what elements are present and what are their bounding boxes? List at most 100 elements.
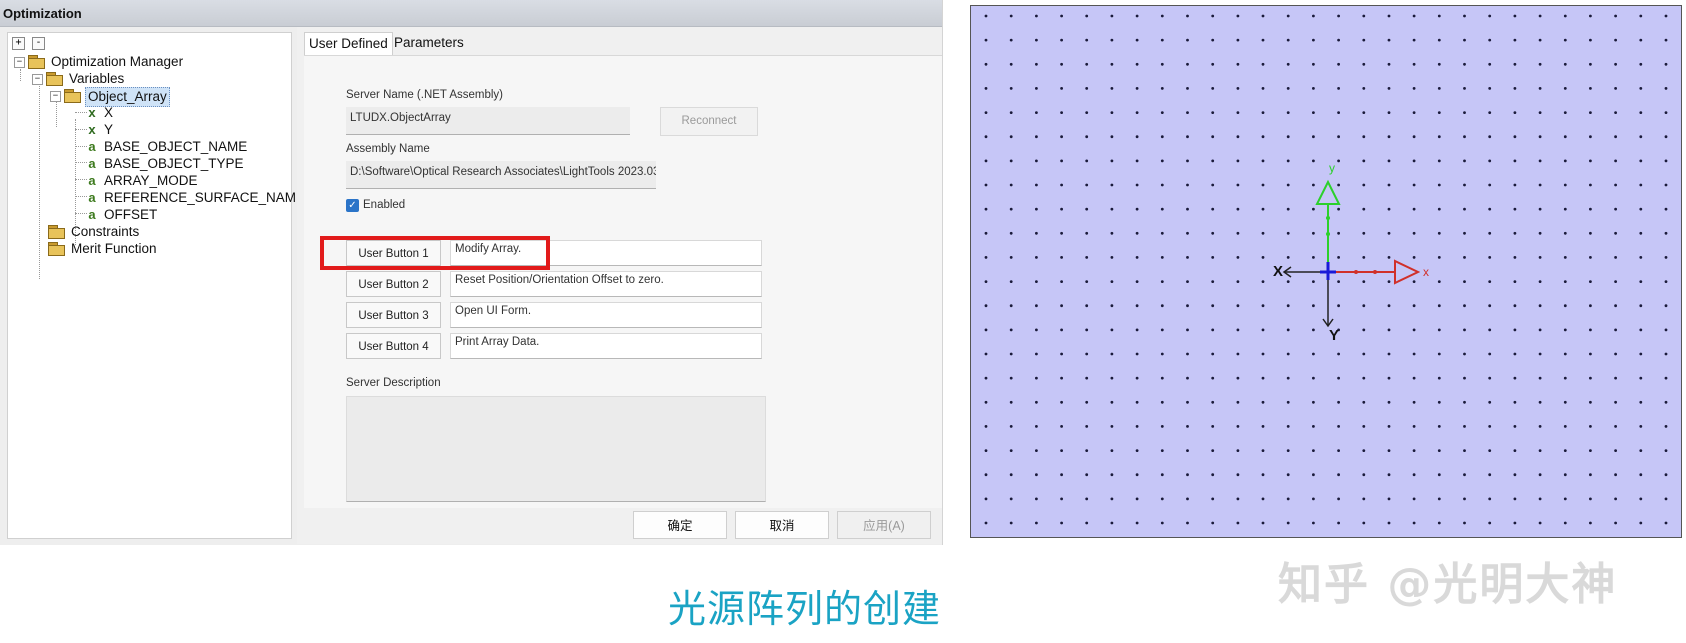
collapse-all-button[interactable]: -: [32, 37, 45, 50]
array-point: [1362, 62, 1366, 66]
array-point: [1639, 328, 1643, 332]
array-point: [1589, 280, 1592, 283]
array-point: [1513, 400, 1517, 404]
array-point: [1085, 497, 1089, 501]
array-point: [1009, 256, 1013, 259]
tree-item-merit-function[interactable]: Merit Function: [48, 240, 159, 258]
array-point: [1563, 38, 1567, 42]
tree-item-optimization-manager[interactable]: − Optimization Manager: [14, 53, 185, 71]
cancel-button[interactable]: 取消: [735, 511, 829, 539]
array-point: [1488, 449, 1492, 452]
array-point: [1589, 62, 1592, 66]
tree-item-constraints[interactable]: Constraints: [48, 223, 141, 241]
enabled-checkbox[interactable]: ✓: [346, 199, 359, 212]
array-point: [1337, 473, 1340, 477]
array-point: [1236, 62, 1240, 66]
array-point: [1463, 159, 1466, 163]
collapse-toggle-icon[interactable]: −: [14, 57, 25, 68]
array-point: [1236, 473, 1240, 477]
array-point: [1261, 14, 1265, 18]
tree-item-variable[interactable]: a ARRAY_MODE: [86, 172, 200, 190]
tab-parameters[interactable]: Parameters: [390, 32, 468, 54]
collapse-toggle-icon[interactable]: −: [50, 91, 61, 102]
array-point: [1085, 87, 1089, 90]
array-point: [1312, 497, 1315, 501]
array-point: [1614, 87, 1617, 90]
reconnect-button[interactable]: Reconnect: [660, 107, 758, 136]
user-button-3-description[interactable]: Open UI Form.: [450, 302, 762, 328]
array-point: [1337, 231, 1340, 235]
array-point: [1538, 352, 1542, 356]
array-point: [1437, 111, 1441, 114]
array-point: [1035, 497, 1038, 501]
array-point: [1110, 521, 1114, 525]
array-point: [1513, 207, 1517, 211]
user-button-2-description[interactable]: Reset Position/Orientation Offset to zer…: [450, 271, 762, 297]
array-point: [1035, 425, 1038, 428]
array-point: [1387, 14, 1391, 18]
array-point: [1337, 62, 1340, 66]
array-point: [1035, 256, 1038, 259]
array-point: [1211, 328, 1215, 332]
array-point: [1186, 183, 1189, 187]
array-point: [1312, 256, 1315, 259]
array-point: [1362, 14, 1366, 18]
user-button-2[interactable]: User Button 2: [346, 271, 441, 297]
array-point: [1488, 62, 1492, 66]
array-point: [1211, 521, 1215, 525]
array-point: [1060, 231, 1063, 235]
tab-user-defined[interactable]: User Defined: [304, 32, 393, 55]
array-point: [1513, 256, 1517, 259]
array-point: [1538, 256, 1542, 259]
server-name-field[interactable]: LTUDX.ObjectArray: [346, 107, 630, 135]
array-point: [1387, 497, 1391, 501]
array-point: [1589, 256, 1592, 259]
array-point: [1085, 38, 1089, 42]
tree-item-object-array[interactable]: − Object_Array: [50, 87, 170, 107]
tree-item-label: ARRAY_MODE: [104, 173, 198, 188]
array-point: [1110, 497, 1114, 501]
expand-all-button[interactable]: +: [12, 37, 25, 50]
tree-item-variable[interactable]: a BASE_OBJECT_TYPE: [86, 155, 246, 173]
array-point: [1639, 87, 1643, 90]
array-point: [1236, 304, 1240, 308]
array-point: [1437, 328, 1441, 332]
array-point: [1664, 449, 1668, 452]
array-point: [1538, 207, 1542, 211]
array-point: [1412, 159, 1416, 163]
array-point: [984, 521, 988, 525]
array-point: [1286, 183, 1290, 187]
user-button-4[interactable]: User Button 4: [346, 333, 441, 359]
variable-a-icon: a: [88, 139, 96, 154]
array-point: [1437, 183, 1441, 187]
array-point: [1513, 38, 1517, 42]
tree-item-variable[interactable]: xY: [86, 121, 115, 139]
array-point: [1110, 111, 1114, 114]
array-point: [1362, 207, 1366, 211]
array-point: [1312, 473, 1315, 477]
ok-button[interactable]: 确定: [633, 511, 727, 539]
array-point: [1261, 159, 1265, 163]
array-point: [1286, 231, 1290, 235]
tree-item-variable[interactable]: a REFERENCE_SURFACE_NAME: [86, 189, 307, 207]
assembly-name-field[interactable]: D:\Software\Optical Research Associates\…: [346, 161, 656, 189]
array-point: [1060, 400, 1063, 404]
array-point: [1563, 159, 1567, 163]
apply-button[interactable]: 应用(A): [837, 511, 931, 539]
tree-item-variables[interactable]: − Variables: [32, 70, 126, 88]
array-point: [1236, 449, 1240, 452]
3d-viewport[interactable]: y x X Y: [970, 5, 1682, 538]
tree-item-variable[interactable]: xX: [86, 104, 115, 122]
tree-item-variable[interactable]: a OFFSET: [86, 206, 159, 224]
array-point: [1211, 231, 1215, 235]
tree-item-variable[interactable]: a BASE_OBJECT_NAME: [86, 138, 249, 156]
collapse-toggle-icon[interactable]: −: [32, 74, 43, 85]
highlight-box: [320, 236, 550, 270]
array-point: [1463, 473, 1466, 477]
array-point: [1412, 207, 1416, 211]
array-point: [1437, 352, 1441, 356]
user-button-4-description[interactable]: Print Array Data.: [450, 333, 762, 359]
user-button-3[interactable]: User Button 3: [346, 302, 441, 328]
array-point: [1513, 135, 1517, 139]
array-point: [1538, 62, 1542, 66]
